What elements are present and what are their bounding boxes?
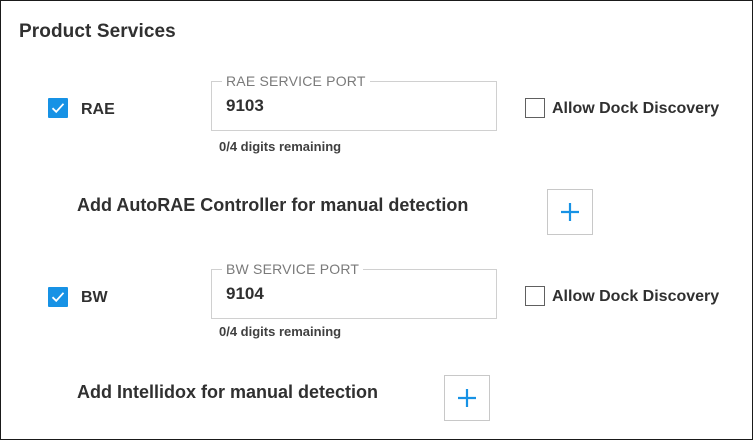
product-services-panel: Product Services RAE RAE SERVICE PORT 0/… (0, 0, 753, 440)
checkmark-icon (51, 292, 65, 303)
checkmark-icon (51, 103, 65, 114)
add-intellidox-label: Add Intellidox for manual detection (77, 382, 379, 402)
bw-port-helper-text: 0/4 digits remaining (219, 324, 342, 339)
bw-label: BW (81, 289, 108, 306)
plus-icon (561, 203, 579, 221)
add-intellidox-button[interactable] (444, 375, 490, 421)
rae-service-port-field[interactable]: RAE SERVICE PORT (211, 73, 497, 131)
bw-service-port-legend: BW SERVICE PORT (222, 261, 364, 277)
add-autorae-controller-button[interactable] (547, 189, 593, 235)
add-autorae-controller-label: Add AutoRAE Controller for manual detect… (77, 195, 469, 215)
rae-label: RAE (81, 101, 115, 118)
panel-title: Product Services (19, 21, 176, 42)
rae-port-helper-text: 0/4 digits remaining (219, 139, 342, 154)
rae-allow-dock-discovery-label: Allow Dock Discovery (552, 100, 720, 117)
bw-service-port-input[interactable] (226, 284, 476, 304)
bw-service-port-field[interactable]: BW SERVICE PORT (211, 261, 497, 319)
bw-checkbox[interactable] (48, 287, 68, 307)
rae-service-port-input[interactable] (226, 96, 476, 116)
bw-allow-dock-discovery-label: Allow Dock Discovery (552, 288, 720, 305)
rae-checkbox[interactable] (48, 98, 68, 118)
rae-allow-dock-discovery-checkbox[interactable] (525, 98, 545, 118)
bw-allow-dock-discovery-checkbox[interactable] (525, 286, 545, 306)
rae-service-port-legend: RAE SERVICE PORT (222, 73, 370, 89)
plus-icon (458, 389, 476, 407)
